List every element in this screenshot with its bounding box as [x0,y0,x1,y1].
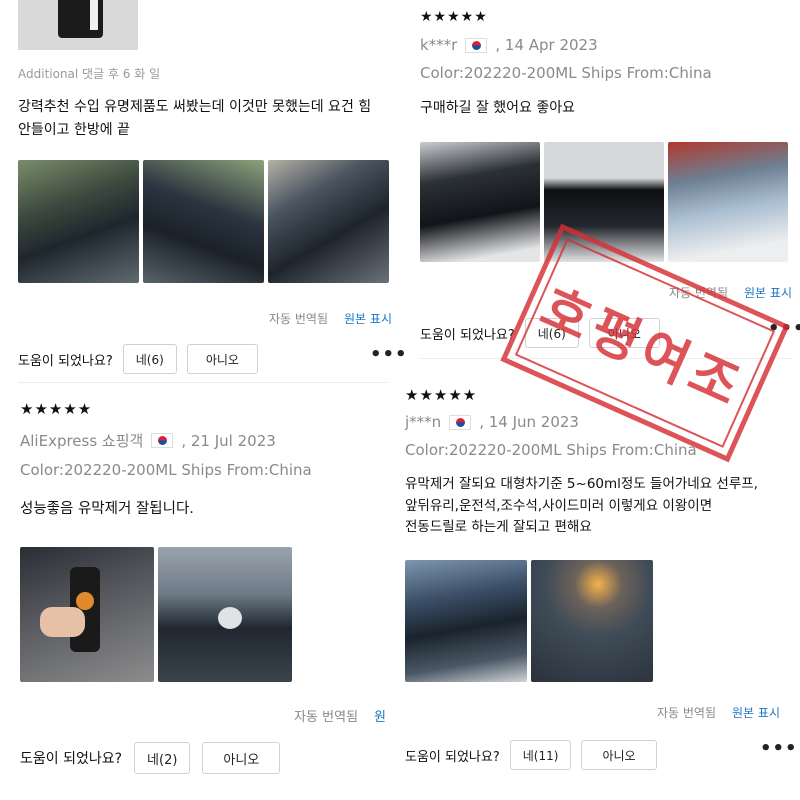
review-text-line: 유막제거 잘되요 대형차기준 5~60ml정도 들어가네요 선루프, [405,476,758,492]
review-photo[interactable] [420,142,540,262]
helpful-no-button[interactable]: 아니오 [202,742,281,774]
auto-translated-label: 자동 번역됨 [657,706,717,720]
review-photo[interactable] [531,560,653,682]
helpful-label: 도움이 되었나요? [420,327,515,343]
review-text-line: 전동드릴로 하는게 잘되고 편해요 [405,519,592,536]
helpful-yes-button[interactable]: 네(11) [509,740,572,770]
south-korea-flag-icon [151,433,174,448]
more-dots-icon[interactable]: ••• [370,344,408,365]
star-rating: ★★★★★ [405,386,478,404]
helpful-no-button[interactable]: 아니오 [581,740,657,770]
additional-comment-note: Additional 댓글 후 6 화 일 [18,67,161,81]
helpful-label: 도움이 되었나요? [20,751,123,767]
review-photo[interactable] [18,160,139,283]
review-meta: j***n , 14 Jun 2023 [405,413,579,431]
translation-row: 자동 번역됨 원본 표시 [405,704,780,721]
review-photo[interactable] [143,160,264,283]
helpful-row: 도움이 되었나요? 네(2) 아니오 [20,742,281,774]
review-photo[interactable] [158,547,292,682]
show-original-link[interactable]: 원본 표시 [744,284,792,301]
review-photos [18,160,389,283]
review-photos [20,547,292,682]
south-korea-flag-icon [449,414,472,430]
divider [18,382,388,383]
product-thumbnail[interactable] [18,0,138,50]
helpful-label: 도움이 되었나요? [405,749,500,765]
auto-translated-label: 자동 번역됨 [269,312,329,326]
helpful-label: 도움이 되었나요? [18,353,113,369]
review-text: 성능좋음 유막제거 잘됩니다. [20,501,194,517]
review-date: , 14 Apr 2023 [495,36,598,54]
review-text-line: 안들이고 한방에 끝 [18,122,130,139]
review-variant: Color:202220-200ML Ships From:China [405,441,697,459]
review-photo[interactable] [268,160,389,283]
show-original-link[interactable]: 원 [374,706,386,725]
review-variant: Color:202220-200ML Ships From:China [20,461,312,479]
review-meta: k***r , 14 Apr 2023 [420,36,598,54]
review-text: 강력추천 수입 유명제품도 써봤는데 이것만 못했는데 요건 힘 안들이고 한방… [18,96,388,142]
show-original-link[interactable]: 원본 표시 [732,704,780,721]
star-rating: ★★★★★ [20,400,93,418]
translation-row: 자동 번역됨 원 [20,706,386,725]
review-text-line: 앞뒤유리,운전석,조수석,사이드미러 이렇게요 이왕이면 [405,497,713,514]
review-author: j***n [405,413,442,431]
helpful-row: 도움이 되었나요? 네(6) 아니오 [18,344,258,374]
review-photo[interactable] [20,547,154,682]
review-text: 유막제거 잘되요 대형차기준 5~60ml정도 들어가네요 선루프, 앞뒤유리,… [405,474,758,539]
review-text-line: 강력추천 수입 유명제품도 써봤는데 이것만 못했는데 요건 힘 [18,99,372,115]
helpful-yes-button[interactable]: 네(2) [134,742,191,774]
review-text: 구매하길 잘 했어요 좋아요 [420,100,576,116]
auto-translated-label: 자동 번역됨 [294,710,359,725]
review-variant: Color:202220-200ML Ships From:China [420,64,712,82]
show-original-link[interactable]: 원본 표시 [344,310,392,327]
review-author: AliExpress 쇼핑객 [20,432,144,450]
review-date: , 21 Jul 2023 [181,431,276,450]
review-meta: AliExpress 쇼핑객 , 21 Jul 2023 [20,430,276,451]
review-date: , 14 Jun 2023 [479,413,579,431]
review-author: k***r [420,36,458,54]
review-photo[interactable] [405,560,527,682]
south-korea-flag-icon [465,37,488,53]
helpful-no-button[interactable]: 아니오 [186,344,258,374]
review-photos [405,560,653,682]
star-rating: ★★★★★ [420,9,488,25]
helpful-yes-button[interactable]: 네(6) [122,344,177,374]
helpful-row: 도움이 되었나요? 네(11) 아니오 [405,740,657,770]
more-dots-icon[interactable]: ••• [760,738,798,759]
review-photo[interactable] [668,142,788,262]
translation-row: 자동 번역됨 원본 표시 [18,310,392,327]
